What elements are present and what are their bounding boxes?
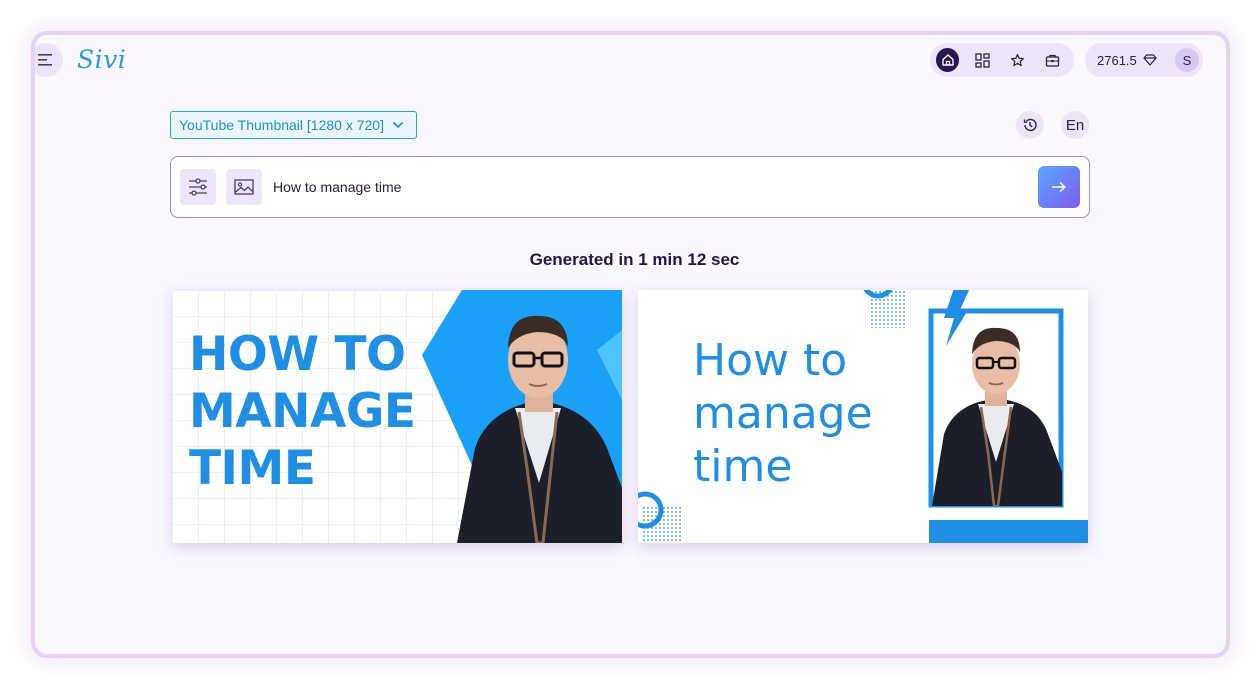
menu-button[interactable]	[35, 43, 63, 77]
person-photo	[932, 327, 1062, 506]
history-button[interactable]	[1016, 111, 1044, 139]
image-upload-button[interactable]	[226, 169, 262, 205]
dot-pattern-top	[870, 290, 906, 328]
dot-pattern-bottom	[642, 506, 682, 543]
thumbnail-result-1[interactable]: HOW TO MANAGE TIME	[172, 290, 622, 543]
nav-brand-kit[interactable]	[1035, 47, 1070, 73]
nav-templates[interactable]	[965, 47, 1000, 73]
headline-line: MANAGE	[189, 384, 416, 439]
user-avatar[interactable]: S	[1175, 48, 1199, 72]
star-icon	[1011, 53, 1025, 66]
headline-line: manage	[693, 388, 873, 439]
thumbnail-1-headline: HOW TO MANAGE TIME	[189, 326, 416, 497]
image-icon	[234, 179, 254, 195]
headline-line: HOW TO	[189, 327, 406, 382]
hamburger-icon	[38, 54, 52, 66]
history-icon	[1023, 118, 1037, 132]
grid-icon	[975, 52, 990, 68]
person-photo	[457, 315, 622, 543]
home-icon	[941, 54, 954, 66]
chevron-down-icon	[392, 121, 404, 129]
credits-value: 2761.5	[1097, 52, 1137, 68]
nav-favorites[interactable]	[1000, 47, 1035, 73]
headline-line: time	[693, 441, 793, 492]
language-button[interactable]: En	[1061, 111, 1089, 139]
arrow-right-icon	[1052, 181, 1067, 193]
app-window: Sivi 2761.5 S YouTube Thumbnail [1280 x …	[31, 31, 1230, 658]
thumbnail-2-headline: How to manage time	[693, 334, 873, 493]
prompt-input[interactable]	[273, 173, 1033, 201]
headline-line: How to	[693, 335, 848, 386]
sliders-icon	[189, 178, 207, 196]
app-logo[interactable]: Sivi	[77, 45, 126, 74]
prompt-bar	[170, 156, 1090, 218]
headline-line: TIME	[189, 441, 316, 496]
format-dropdown[interactable]: YouTube Thumbnail [1280 x 720]	[170, 111, 417, 139]
credits-badge[interactable]: 2761.5 S	[1085, 43, 1203, 77]
nav-home[interactable]	[936, 48, 960, 72]
format-dropdown-label: YouTube Thumbnail [1280 x 720]	[179, 117, 384, 133]
blue-bottom-bar	[929, 520, 1088, 543]
diamond-icon	[1143, 54, 1157, 66]
briefcase-icon	[1045, 54, 1060, 67]
settings-button[interactable]	[180, 169, 216, 205]
generate-button[interactable]	[1038, 166, 1080, 208]
top-nav	[930, 43, 1074, 77]
generation-status: Generated in 1 min 12 sec	[529, 250, 740, 269]
thumbnail-result-2[interactable]: How to manage time	[638, 290, 1088, 543]
